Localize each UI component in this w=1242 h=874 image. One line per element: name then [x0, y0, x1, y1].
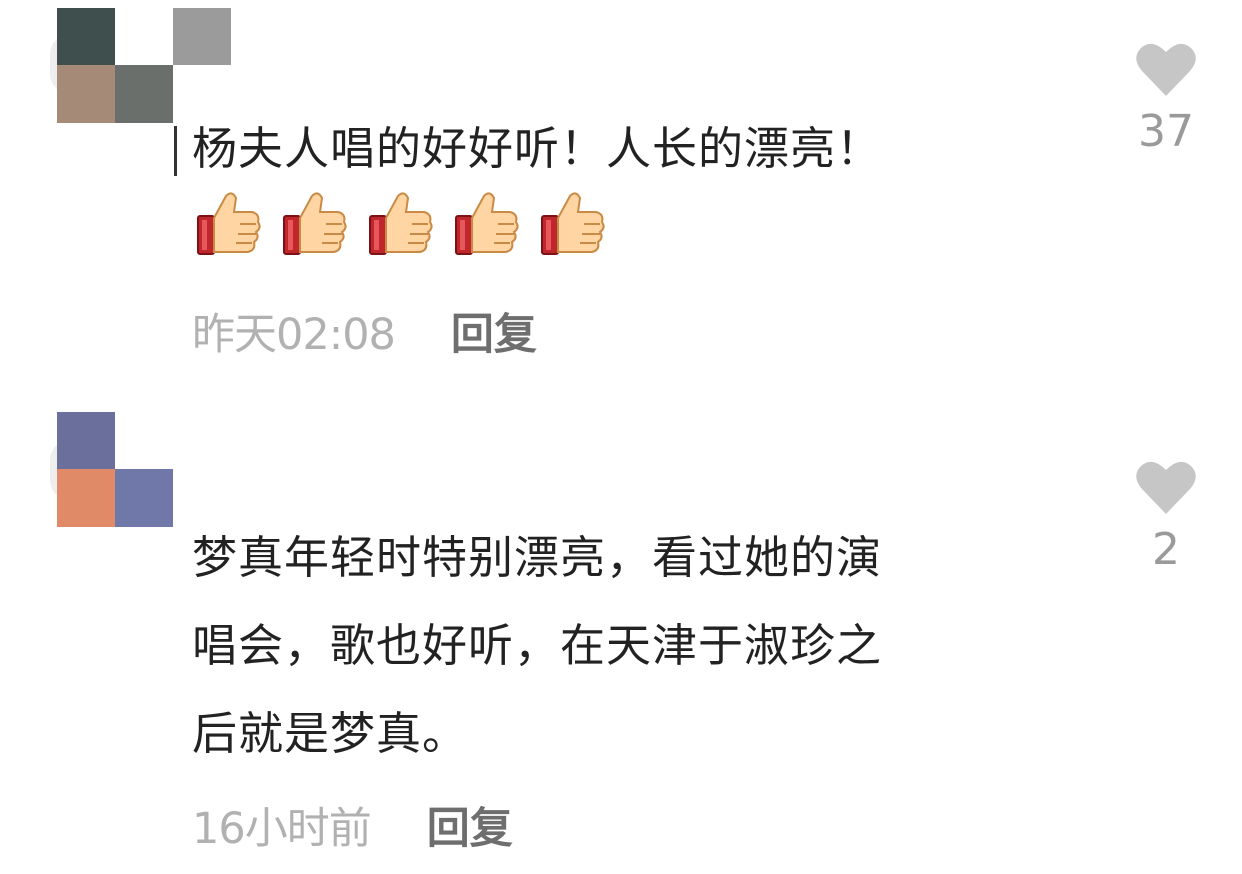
comment-text: 杨夫人唱的好好听！人长的漂亮！ [192, 122, 883, 175]
emoji-row [196, 188, 606, 258]
avatar-pixel [57, 8, 115, 65]
thumbs-up-icon [541, 192, 605, 255]
like-count: 37 [1138, 106, 1194, 157]
reply-button[interactable]: 回复 [427, 794, 513, 856]
avatar-pixel [115, 65, 173, 123]
avatar-pixel [57, 469, 115, 527]
like-button[interactable]: 37 [1130, 40, 1202, 157]
heart-icon[interactable] [1135, 40, 1197, 98]
thumbs-up-icon [369, 192, 433, 255]
avatar-pixel [57, 412, 115, 469]
thumbs-up-icon [455, 192, 519, 255]
thumbs-up-icon [197, 192, 261, 255]
reply-button[interactable]: 回复 [451, 300, 537, 362]
comment-meta: 昨天02:08 回复 [192, 300, 537, 362]
avatar-pixel [57, 65, 115, 123]
like-count: 2 [1152, 524, 1180, 575]
heart-icon[interactable] [1135, 458, 1197, 516]
avatar-pixel [115, 469, 173, 527]
comment-text: 梦真年轻时特别漂亮，看过她的演 唱会，歌也好听，在天津于淑珍之 后就是梦真。 [192, 531, 883, 760]
like-button[interactable]: 2 [1130, 458, 1202, 575]
avatar[interactable] [57, 412, 232, 527]
comment-time: 16小时前 [192, 804, 372, 854]
thumbs-up-icon [283, 192, 347, 255]
comment-time: 昨天02:08 [192, 310, 396, 360]
comment-item: 杨夫人唱的好好听！人长的漂亮！ 昨天02:08 回复 37 [0, 0, 1242, 400]
comment-meta: 16小时前 回复 [192, 794, 513, 856]
avatar-pixel [173, 8, 231, 65]
text-cursor [174, 126, 177, 176]
comment-item: 梦真年轻时特别漂亮，看过她的演 唱会，歌也好听，在天津于淑珍之 后就是梦真。 1… [0, 410, 1242, 874]
